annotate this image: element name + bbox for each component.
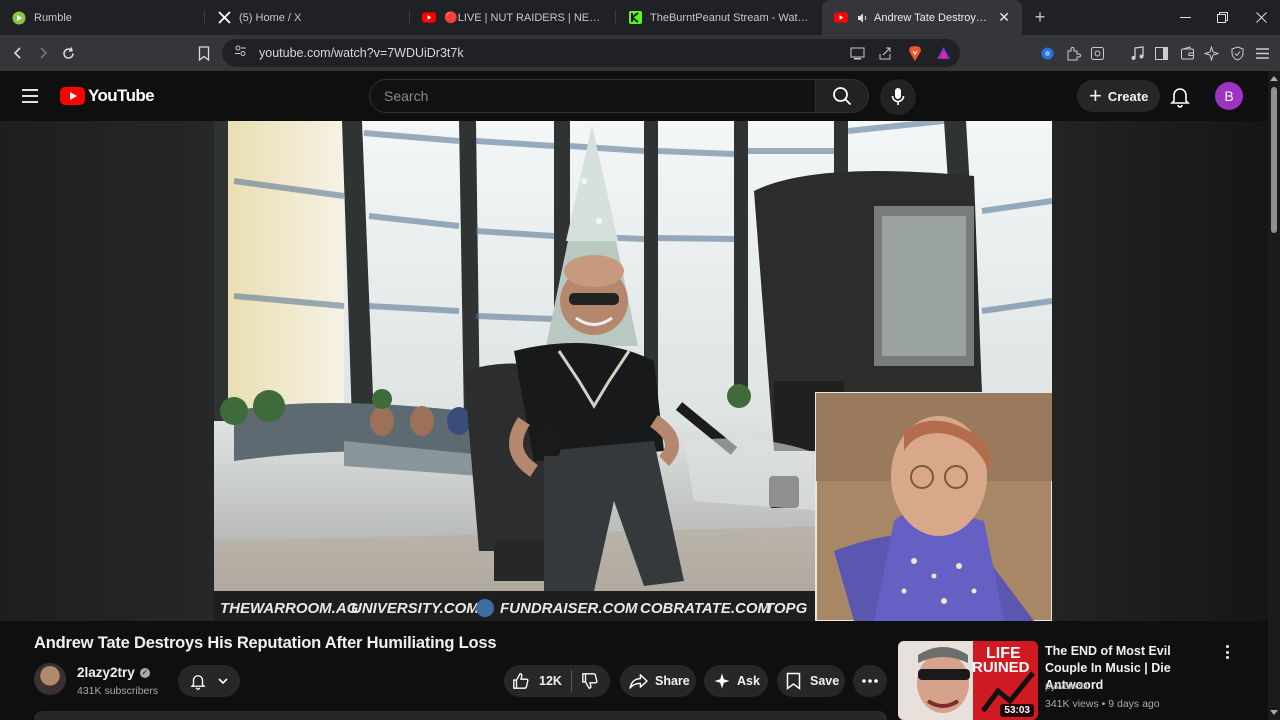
more-horizontal-icon: [862, 679, 878, 683]
rumble-icon: [12, 11, 26, 25]
url-text[interactable]: youtube.com/watch?v=7WDUiDr3t7k: [259, 46, 464, 60]
account-avatar[interactable]: B: [1215, 82, 1243, 110]
youtube-logo[interactable]: YouTube: [60, 86, 155, 106]
notifications-bell-icon[interactable]: [1168, 84, 1192, 108]
speaker-icon[interactable]: [856, 11, 870, 25]
recommended-video-meta: 341K views • 9 days ago: [1045, 698, 1160, 710]
bookmark-icon[interactable]: [191, 40, 217, 66]
extensions-icon[interactable]: [1064, 44, 1082, 62]
thumbs-down-icon: [582, 673, 598, 689]
reload-icon[interactable]: [55, 40, 81, 66]
video-title: Andrew Tate Destroys His Reputation Afte…: [34, 634, 497, 652]
youtube-masthead: YouTube + Create B: [0, 71, 1268, 121]
subscriber-count: 431K subscribers: [77, 685, 159, 697]
tab-rumble[interactable]: Rumble: [0, 0, 205, 35]
youtube-logo-icon: [60, 87, 85, 105]
close-tab-icon[interactable]: ✕: [992, 9, 1010, 26]
share-page-icon[interactable]: [876, 44, 894, 62]
recommended-video-thumbnail[interactable]: LIFE RUINED 53:03: [898, 641, 1038, 720]
subscribed-notifications-button[interactable]: [178, 665, 240, 697]
page-scrollbar[interactable]: [1268, 71, 1280, 720]
tab-andrew-tate-video[interactable]: Andrew Tate Destroys His Reputation Afte…: [822, 0, 1022, 35]
search-input[interactable]: [384, 88, 815, 104]
restore-icon[interactable]: [1203, 0, 1241, 35]
forward-icon[interactable]: [30, 40, 56, 66]
ticker-item: THEWARROOM.AG: [220, 600, 359, 617]
verified-badge-icon: ✓: [139, 667, 150, 678]
video-duration: 53:03: [1000, 704, 1034, 717]
video-frame: THEWARROOM.AG UNIVERSITY.COM FUNDRAISER.…: [214, 121, 1052, 621]
close-window-icon[interactable]: [1242, 0, 1280, 35]
sparkle-icon: [714, 673, 730, 689]
guide-menu-icon[interactable]: [20, 86, 40, 106]
create-button[interactable]: + Create: [1077, 80, 1161, 112]
reading-list-icon[interactable]: [1088, 44, 1106, 62]
tab-burnt-peanut[interactable]: TheBurntPeanut Stream - Watch Live: [616, 0, 822, 35]
browser-menu-icon[interactable]: [1253, 44, 1271, 62]
dislike-button[interactable]: [581, 672, 599, 690]
scroll-down-arrow[interactable]: [1270, 710, 1278, 715]
search-icon: [833, 87, 852, 106]
x-icon: [217, 11, 231, 25]
youtube-icon: [422, 11, 436, 25]
bell-icon: [190, 675, 206, 690]
media-control-icon[interactable]: [1128, 44, 1146, 62]
kick-icon: [628, 11, 642, 25]
channel-avatar[interactable]: [34, 663, 66, 695]
like-button[interactable]: 12K: [512, 672, 562, 690]
site-settings-icon[interactable]: [234, 44, 247, 62]
share-button[interactable]: Share: [620, 665, 696, 697]
channel-name[interactable]: 2lazy2try ✓: [77, 665, 150, 680]
browser-toolbar: youtube.com/watch?v=7WDUiDr3t7k: [0, 35, 1280, 71]
scrollbar-thumb[interactable]: [1271, 87, 1277, 233]
ticker-item: COBRATATE.COM: [640, 600, 770, 617]
chevron-down-icon: [218, 678, 228, 685]
vpn-icon[interactable]: [1038, 44, 1056, 62]
save-bookmark-icon: [786, 672, 801, 690]
search-button[interactable]: [815, 79, 869, 113]
microphone-icon: [891, 88, 905, 105]
brave-rewards-icon[interactable]: [934, 44, 952, 62]
ticker-item: FUNDRAISER.COM: [500, 600, 638, 617]
like-dislike-group: 12K: [504, 665, 610, 697]
plus-icon: +: [1089, 83, 1102, 108]
reaction-inset: [815, 392, 1052, 621]
back-icon[interactable]: [5, 40, 31, 66]
minimize-icon[interactable]: [1166, 0, 1204, 35]
tab-nut-raiders[interactable]: 🔴LIVE | NUT RAIDERS | NEW YEAR ||: [410, 0, 616, 35]
share-icon: [629, 673, 648, 689]
vpn-shield-icon[interactable]: [1228, 44, 1246, 62]
cast-icon[interactable]: [848, 44, 866, 62]
new-tab-icon[interactable]: +: [1022, 0, 1058, 35]
leo-ai-icon[interactable]: [1202, 44, 1220, 62]
tab-x-home[interactable]: (5) Home / X: [205, 0, 410, 35]
browser-tab-strip: Rumble (5) Home / X 🔴LIVE | NUT RAIDERS …: [0, 0, 1280, 35]
thumbnail-text-ruined: RUINED: [972, 659, 1030, 676]
ask-button[interactable]: Ask: [704, 665, 768, 697]
scroll-up-arrow[interactable]: [1270, 76, 1278, 81]
search-box[interactable]: [369, 79, 816, 113]
more-actions-button[interactable]: [853, 665, 887, 697]
video-player[interactable]: THEWARROOM.AG UNIVERSITY.COM FUNDRAISER.…: [214, 121, 1052, 621]
recommended-video-channel[interactable]: pywaket1: [1045, 680, 1089, 692]
thumbs-up-icon: [513, 673, 529, 689]
sidebar-icon[interactable]: [1152, 44, 1170, 62]
video-player-container[interactable]: THEWARROOM.AG UNIVERSITY.COM FUNDRAISER.…: [0, 121, 1268, 621]
brave-shields-icon[interactable]: [906, 44, 924, 62]
wallet-icon[interactable]: [1178, 44, 1196, 62]
ticker-item: UNIVERSITY.COM: [351, 600, 479, 617]
recommendation-menu-icon[interactable]: [1220, 643, 1234, 661]
save-button[interactable]: Save: [777, 665, 845, 697]
like-divider: [570, 670, 572, 692]
voice-search-button[interactable]: [880, 79, 916, 115]
youtube-icon: [834, 11, 848, 25]
ticker-item: TOPG: [765, 600, 808, 617]
description-box[interactable]: [34, 711, 887, 720]
